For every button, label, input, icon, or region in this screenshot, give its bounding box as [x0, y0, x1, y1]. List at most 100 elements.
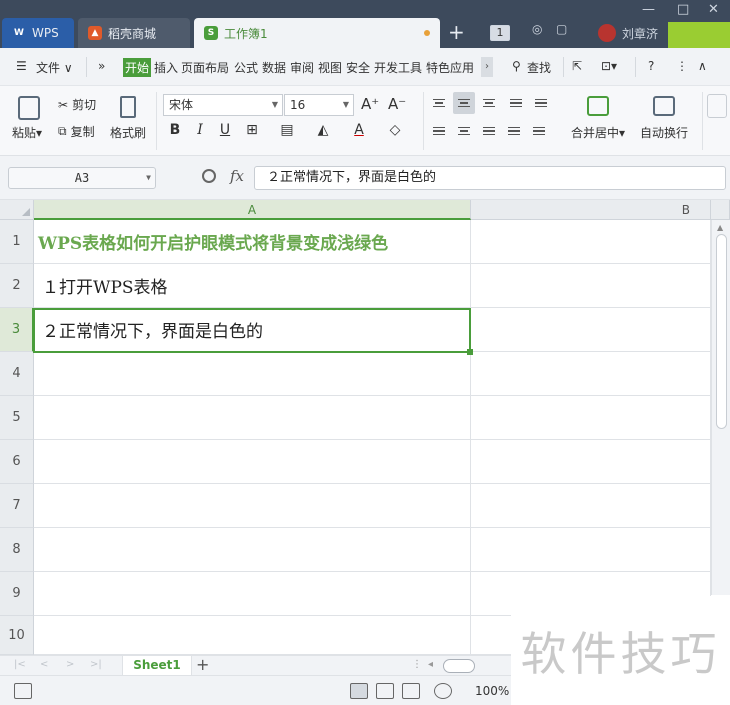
- wrap-text-button[interactable]: 自动换行: [640, 124, 688, 141]
- menu-tab-page-layout[interactable]: 页面布局: [181, 59, 229, 76]
- cell-a9[interactable]: [34, 572, 471, 616]
- share-dropdown-icon[interactable]: ⊡▾: [601, 59, 617, 73]
- underline-button[interactable]: U: [216, 122, 234, 138]
- vertical-scroll-thumb[interactable]: [716, 234, 727, 429]
- name-box[interactable]: A3 ▼: [8, 167, 156, 189]
- close-icon[interactable]: ✕: [708, 2, 719, 17]
- distribute-icon[interactable]: [528, 120, 550, 142]
- increase-indent-icon[interactable]: [530, 92, 552, 114]
- cell-b3[interactable]: [471, 308, 711, 352]
- zoom-lookup-icon[interactable]: [202, 169, 216, 183]
- decrease-indent-icon[interactable]: [505, 92, 527, 114]
- cell-a2[interactable]: １打开WPS表格: [34, 264, 471, 308]
- row-header-10[interactable]: 10: [0, 616, 34, 655]
- tab-wps-home[interactable]: W WPS: [2, 18, 74, 48]
- row-header-6[interactable]: 6: [0, 440, 34, 484]
- borders-icon[interactable]: ⊞: [243, 122, 261, 138]
- shrink-font-button[interactable]: A⁻: [388, 95, 406, 113]
- menu-more-arrow-icon[interactable]: ›: [481, 57, 493, 77]
- row-header-2[interactable]: 2: [0, 264, 34, 308]
- align-right-icon[interactable]: [478, 120, 500, 142]
- new-tab-button[interactable]: +: [448, 22, 465, 42]
- eraser-icon[interactable]: ◇: [386, 122, 404, 138]
- align-bottom-icon[interactable]: [478, 92, 500, 114]
- page-break-view-icon[interactable]: [376, 683, 394, 699]
- paste-button[interactable]: 粘贴 ▾: [12, 124, 42, 141]
- font-size-select[interactable]: 16 ▼: [284, 94, 354, 116]
- eye-protection-icon[interactable]: [434, 683, 452, 699]
- macro-record-icon[interactable]: [14, 683, 32, 699]
- row-header-7[interactable]: 7: [0, 484, 34, 528]
- cell-style-icon[interactable]: ▤: [278, 122, 296, 138]
- menu-tab-start[interactable]: 开始: [123, 58, 152, 77]
- cell-b4[interactable]: [471, 352, 711, 396]
- row-header-9[interactable]: 9: [0, 572, 34, 616]
- more-vertical-icon[interactable]: ⋮: [676, 59, 688, 73]
- hamburger-icon[interactable]: ☰: [16, 59, 27, 73]
- menu-tab-developer[interactable]: 开发工具: [374, 59, 422, 76]
- avatar[interactable]: [598, 24, 616, 42]
- wrap-text-icon[interactable]: [653, 96, 675, 116]
- cell-a8[interactable]: [34, 528, 471, 572]
- cell-a5[interactable]: [34, 396, 471, 440]
- justify-icon[interactable]: [503, 120, 525, 142]
- first-sheet-icon[interactable]: |<: [14, 659, 26, 670]
- share-icon[interactable]: ▢: [556, 22, 567, 36]
- reading-mode-icon[interactable]: [402, 683, 420, 699]
- grow-font-button[interactable]: A⁺: [361, 95, 379, 113]
- add-sheet-button[interactable]: +: [196, 656, 209, 674]
- font-color-icon[interactable]: A: [350, 122, 368, 138]
- align-middle-icon[interactable]: [453, 92, 475, 114]
- menu-tab-insert[interactable]: 插入: [154, 59, 178, 76]
- cell-a6[interactable]: [34, 440, 471, 484]
- cell-b8[interactable]: [471, 528, 711, 572]
- merge-center-button[interactable]: 合并居中 ▾: [571, 124, 625, 141]
- menu-tab-view[interactable]: 视图: [318, 59, 342, 76]
- scroll-up-icon[interactable]: ▲: [717, 223, 723, 232]
- cut-button[interactable]: ✂ 剪切: [58, 96, 96, 113]
- cell-b7[interactable]: [471, 484, 711, 528]
- vertical-scrollbar[interactable]: ▲: [711, 220, 730, 595]
- cloud-icon[interactable]: ◎: [532, 22, 542, 36]
- menu-tab-features[interactable]: 特色应用: [426, 59, 474, 76]
- collapse-ribbon-icon[interactable]: ∧: [698, 59, 707, 73]
- scroll-left-icon[interactable]: ◂: [428, 659, 433, 670]
- align-center-icon[interactable]: [453, 120, 475, 142]
- maximize-icon[interactable]: □: [677, 2, 689, 17]
- menu-file[interactable]: 文件 ∨: [36, 59, 73, 76]
- menu-tab-review[interactable]: 审阅: [290, 59, 314, 76]
- tab-workbook[interactable]: S 工作簿1: [194, 18, 440, 48]
- double-chevron-icon[interactable]: »: [98, 59, 105, 73]
- number-format-icon[interactable]: [707, 94, 727, 118]
- last-sheet-icon[interactable]: >|: [90, 659, 102, 670]
- horizontal-scroll-thumb[interactable]: [443, 659, 475, 673]
- cell-b5[interactable]: [471, 396, 711, 440]
- cell-a10[interactable]: [34, 616, 471, 655]
- menu-tab-data[interactable]: 数据: [262, 59, 286, 76]
- menu-tab-formula[interactable]: 公式: [234, 59, 258, 76]
- cell-a3[interactable]: ２正常情况下，界面是白色的: [34, 308, 471, 352]
- italic-button[interactable]: I: [191, 122, 209, 138]
- paste-icon[interactable]: [18, 96, 40, 120]
- menu-tab-security[interactable]: 安全: [346, 59, 370, 76]
- tab-docer-shop[interactable]: ▲ 稻壳商城: [78, 18, 190, 48]
- row-header-5[interactable]: 5: [0, 396, 34, 440]
- search-icon[interactable]: ⚲: [512, 59, 521, 73]
- select-all-corner[interactable]: [0, 200, 34, 220]
- cell-a7[interactable]: [34, 484, 471, 528]
- cell-a1[interactable]: WPS表格如何开启护眼模式将背景变成浅绿色: [34, 220, 471, 264]
- minimize-icon[interactable]: —: [642, 2, 655, 17]
- search-label[interactable]: 查找: [527, 59, 551, 76]
- formula-input[interactable]: ２正常情况下，界面是白色的: [254, 166, 726, 190]
- help-icon[interactable]: ?: [648, 59, 654, 73]
- window-count-badge[interactable]: 1: [490, 25, 510, 41]
- next-sheet-icon[interactable]: >: [66, 659, 74, 670]
- bold-button[interactable]: B: [166, 122, 184, 138]
- cell-b1[interactable]: [471, 220, 711, 264]
- sheet-tab-sheet1[interactable]: Sheet1: [122, 656, 192, 676]
- merge-center-icon[interactable]: [587, 96, 609, 116]
- prev-sheet-icon[interactable]: <: [40, 659, 48, 670]
- zoom-level[interactable]: 100%: [475, 684, 509, 698]
- cell-a4[interactable]: [34, 352, 471, 396]
- user-name[interactable]: 刘章济: [622, 25, 658, 42]
